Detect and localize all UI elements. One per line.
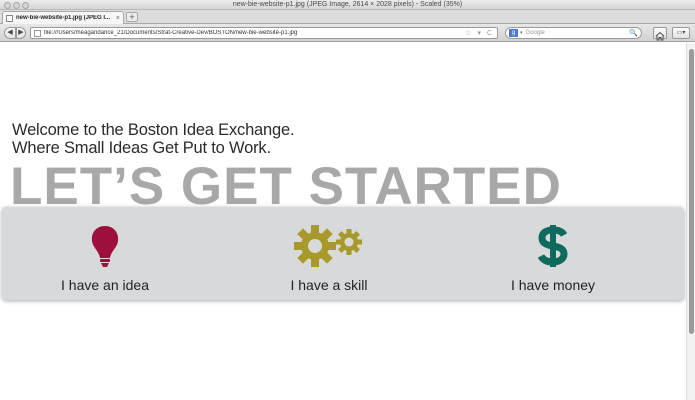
tab-close-icon[interactable]: × [116, 15, 120, 22]
page-icon [34, 29, 41, 37]
engine-dropdown-icon[interactable]: ▾ [520, 30, 523, 36]
option-idea[interactable]: I have an idea [24, 207, 186, 300]
options-panel: I have an idea I have a skill I have mon… [2, 207, 684, 300]
option-label: I have an idea [61, 277, 149, 293]
bookmark-star-icon[interactable]: ☆ ▾ C [465, 29, 494, 37]
title-bar: new-bie-website-p1.jpg (JPEG Image, 2614… [0, 0, 695, 10]
faded-section-heading: ▬▬▬▬ ▬▬ ▬▬▬▬▬ ▬▬▬▬ ▬▬▬ [40, 385, 695, 400]
tab-label: new-bie-website-p1.jpg (JPEG I... [16, 15, 111, 21]
lightbulb-icon [91, 225, 119, 267]
tab-image[interactable]: new-bie-website-p1.jpg (JPEG I... × [2, 11, 124, 24]
option-label: I have money [510, 277, 596, 293]
browser-window: new-bie-website-p1.jpg (JPEG Image, 2614… [0, 0, 695, 400]
gears-icon [294, 224, 362, 267]
dollar-icon [537, 224, 568, 267]
tab-bar: new-bie-website-p1.jpg (JPEG I... × + [0, 10, 695, 24]
option-skill[interactable]: I have a skill [248, 207, 410, 300]
toolbar-menu-button[interactable]: ▭▾ [672, 27, 690, 39]
search-icon[interactable]: 🔍 [629, 29, 638, 37]
option-money[interactable]: I have money [472, 207, 634, 300]
scrollbar-thumb[interactable] [689, 49, 694, 334]
url-bar[interactable]: file:///Users/meagandance_21/Documents/S… [30, 27, 498, 39]
new-tab-button[interactable]: + [126, 12, 138, 22]
option-label: I have a skill [290, 277, 368, 293]
welcome-text: Welcome to the Boston Idea Exchange. Whe… [12, 121, 295, 157]
search-input[interactable]: Google [526, 30, 630, 36]
url-text[interactable]: file:///Users/meagandance_21/Documents/S… [44, 30, 465, 36]
vertical-scrollbar[interactable] [686, 43, 695, 400]
image-file-icon [6, 14, 13, 22]
google-engine-icon[interactable]: g [509, 29, 518, 37]
navigation-bar: ◀ ▶ file:///Users/meagandance_21/Documen… [0, 24, 695, 42]
welcome-line-2: Where Small Ideas Get Put to Work. [12, 139, 271, 157]
welcome-line-1: Welcome to the Boston Idea Exchange. [12, 121, 295, 139]
search-bar[interactable]: g ▾ Google 🔍 [505, 27, 642, 39]
home-icon [655, 31, 665, 41]
window-title: new-bie-website-p1.jpg (JPEG Image, 2614… [232, 1, 463, 8]
page-content: Welcome to the Boston Idea Exchange. Whe… [0, 43, 695, 400]
back-button[interactable]: ◀ [4, 27, 16, 39]
forward-button[interactable]: ▶ [16, 27, 26, 39]
home-button[interactable] [653, 27, 667, 41]
